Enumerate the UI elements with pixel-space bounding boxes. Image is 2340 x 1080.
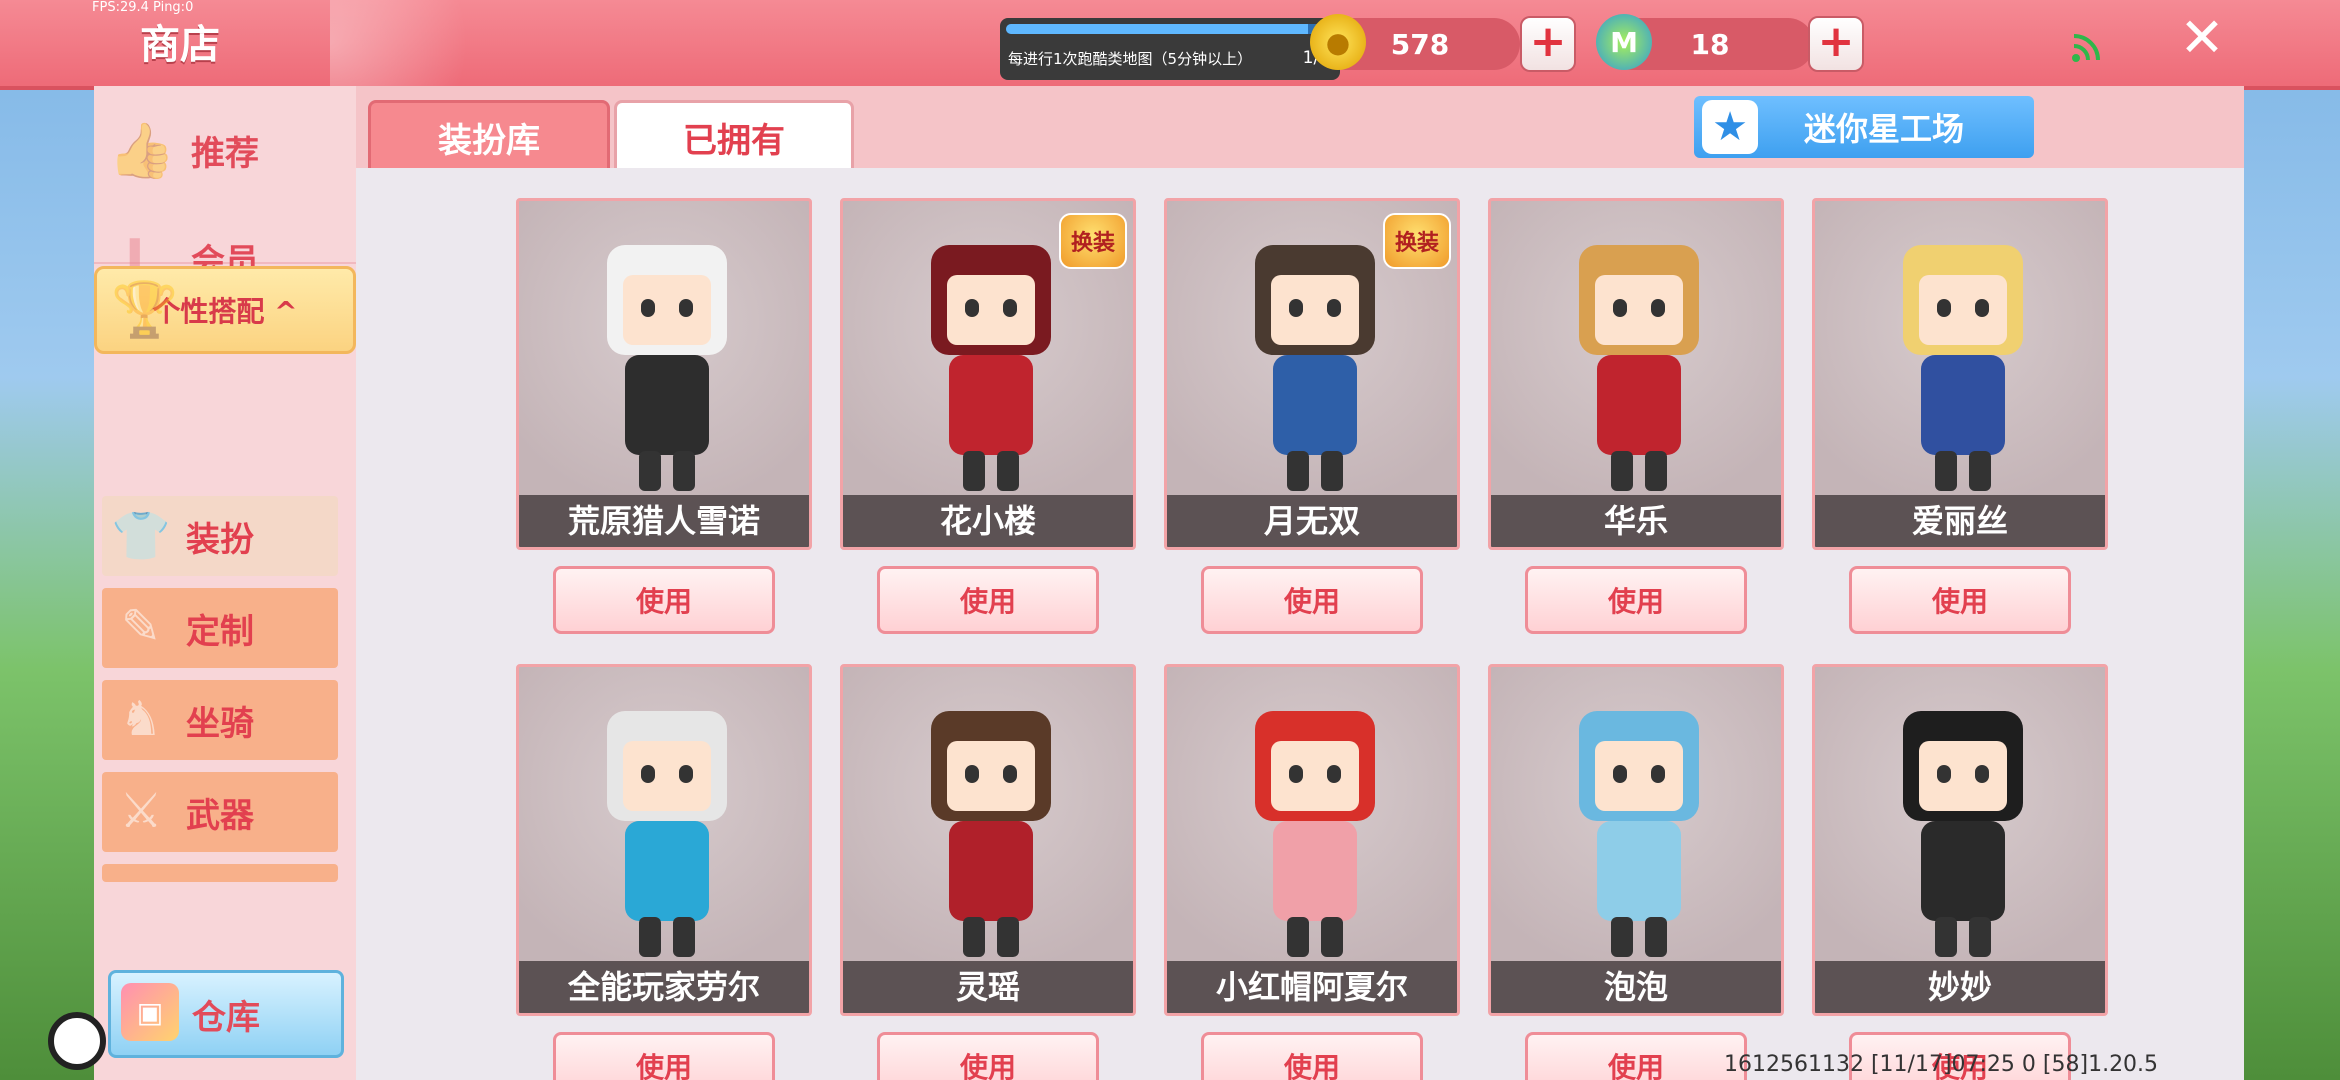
task-progress-bar — [1006, 24, 1334, 34]
sidebar-subitem-mount[interactable]: ♞ 坐骑 — [102, 680, 338, 760]
top-bar: FPS:29.4 Ping:0 商店 每进行1次跑酷类地图（5分钟以上） 1/1… — [0, 0, 2340, 90]
tab-costume-library[interactable]: 装扮库 — [368, 100, 610, 174]
character-figure — [913, 245, 1069, 495]
add-coins-button[interactable]: + — [1520, 16, 1576, 72]
costume-name: 花小楼 — [843, 495, 1133, 547]
sidebar-item-recommend[interactable]: 👍 推荐 — [94, 102, 356, 198]
character-figure — [1237, 711, 1393, 961]
sidebar-item-personalize[interactable]: 🏆 个性搭配 ^ — [94, 266, 356, 354]
costume-name: 爱丽丝 — [1815, 495, 2105, 547]
mini-coin-value: 18 — [1690, 28, 1730, 61]
use-button[interactable]: 使用 — [1201, 566, 1423, 634]
page-title: 商店 — [140, 22, 220, 68]
costume-name: 月无双 — [1167, 495, 1457, 547]
costume-name: 灵瑶 — [843, 961, 1133, 1013]
costume-name: 小红帽阿夏尔 — [1167, 961, 1457, 1013]
tab-owned[interactable]: 已拥有 — [614, 100, 854, 174]
use-button[interactable]: 使用 — [1525, 1032, 1747, 1080]
coin-value: 578 — [1390, 28, 1450, 61]
trophy-icon: 🏆 — [111, 278, 179, 341]
costume-card[interactable]: 全能玩家劳尔 — [516, 664, 812, 1016]
character-figure — [589, 711, 745, 961]
use-button[interactable]: 使用 — [1201, 1032, 1423, 1080]
warehouse-button[interactable]: ▣ 仓库 — [108, 970, 344, 1058]
mini-workshop-label: 迷你星工场 — [1803, 110, 1964, 148]
header-decoration — [330, 0, 520, 86]
costume-card[interactable]: 小红帽阿夏尔 — [1164, 664, 1460, 1016]
mini-workshop-button[interactable]: ★ 迷你星工场 — [1694, 96, 2034, 158]
gun-icon: ⚔ — [119, 783, 163, 839]
use-button[interactable]: 使用 — [1849, 566, 2071, 634]
pencil-icon: ✎ — [120, 599, 162, 655]
shirt-icon: 👕 — [111, 507, 171, 564]
character-figure — [589, 245, 745, 495]
costume-name: 泡泡 — [1491, 961, 1781, 1013]
costume-name: 华乐 — [1491, 495, 1781, 547]
floating-assist-button[interactable] — [48, 1012, 106, 1070]
warehouse-icon: ▣ — [121, 983, 179, 1041]
costume-card[interactable]: 妙妙 — [1812, 664, 2108, 1016]
coin-balance: ● 578 — [1310, 14, 1520, 70]
sidebar: 👍 推荐 L 会员 🏆 个性搭配 ^ 👕 装扮 ✎ 定制 ♞ 坐骑 ⚔ 武器 ▣… — [94, 86, 356, 1080]
horse-icon: ♞ — [119, 691, 163, 747]
sidebar-subitem-label: 坐骑 — [186, 703, 254, 744]
use-button[interactable]: 使用 — [877, 1032, 1099, 1080]
costume-card[interactable]: 泡泡 — [1488, 664, 1784, 1016]
sidebar-item-label: 推荐 — [191, 133, 259, 174]
costume-card[interactable]: 华乐 — [1488, 198, 1784, 550]
close-icon[interactable]: ✕ — [2176, 11, 2228, 65]
main-panel: 装扮库 已拥有 ★ 迷你星工场 荒原猎人雪诺使用 花小楼 换装使用 月无双 换装使用 华乐… — [356, 86, 2244, 1080]
character-figure — [1885, 711, 2041, 961]
sidebar-subitem-custom[interactable]: ✎ 定制 — [102, 588, 338, 668]
character-figure — [1561, 711, 1717, 961]
use-button[interactable]: 使用 — [877, 566, 1099, 634]
costume-card[interactable]: 月无双 换装 — [1164, 198, 1460, 550]
costume-card[interactable]: 爱丽丝 — [1812, 198, 2108, 550]
sidebar-subitem-label: 装扮 — [186, 519, 254, 560]
mini-coin-balance: M 18 — [1596, 14, 1814, 70]
costume-name: 全能玩家劳尔 — [519, 961, 809, 1013]
task-progress[interactable]: 每进行1次跑酷类地图（5分钟以上） 1/1 — [1000, 18, 1340, 80]
costume-card[interactable]: 灵瑶 — [840, 664, 1136, 1016]
add-mini-coins-button[interactable]: + — [1808, 16, 1864, 72]
signal-icon — [2072, 34, 2100, 62]
swap-badge-icon: 换装 — [1059, 213, 1127, 269]
sidebar-subitem-weapon[interactable]: ⚔ 武器 — [102, 772, 338, 852]
costume-name: 荒原猎人雪诺 — [519, 495, 809, 547]
star-icon: ★ — [1702, 100, 1758, 154]
character-figure — [1561, 245, 1717, 495]
task-text: 每进行1次跑酷类地图（5分钟以上） — [1008, 50, 1253, 68]
sidebar-subitem-partial — [102, 864, 338, 882]
warehouse-label: 仓库 — [192, 997, 260, 1038]
thumb-icon: 👍 — [108, 119, 176, 182]
use-button[interactable]: 使用 — [1525, 566, 1747, 634]
costume-card[interactable]: 荒原猎人雪诺 — [516, 198, 812, 550]
costume-name: 妙妙 — [1815, 961, 2105, 1013]
sidebar-subitem-costume[interactable]: 👕 装扮 — [102, 496, 338, 576]
costume-card[interactable]: 花小楼 换装 — [840, 198, 1136, 550]
use-button[interactable]: 使用 — [553, 1032, 775, 1080]
swap-badge-icon: 换装 — [1383, 213, 1451, 269]
character-figure — [1885, 245, 2041, 495]
costume-grid: 荒原猎人雪诺 使用 花小楼 换装 使用 月无双 换装 使用 华乐 使用 爱丽丝 使用 全能玩家劳尔 使用灵… — [356, 168, 2244, 1080]
use-button[interactable]: 使用 — [553, 566, 775, 634]
build-info: 1612561132 [11/17]07:25 0 [58]1.20.5 — [1724, 1052, 2159, 1077]
sidebar-subitem-label: 定制 — [186, 611, 254, 652]
character-figure — [913, 711, 1069, 961]
character-figure — [1237, 245, 1393, 495]
sidebar-subitem-label: 武器 — [186, 795, 254, 836]
